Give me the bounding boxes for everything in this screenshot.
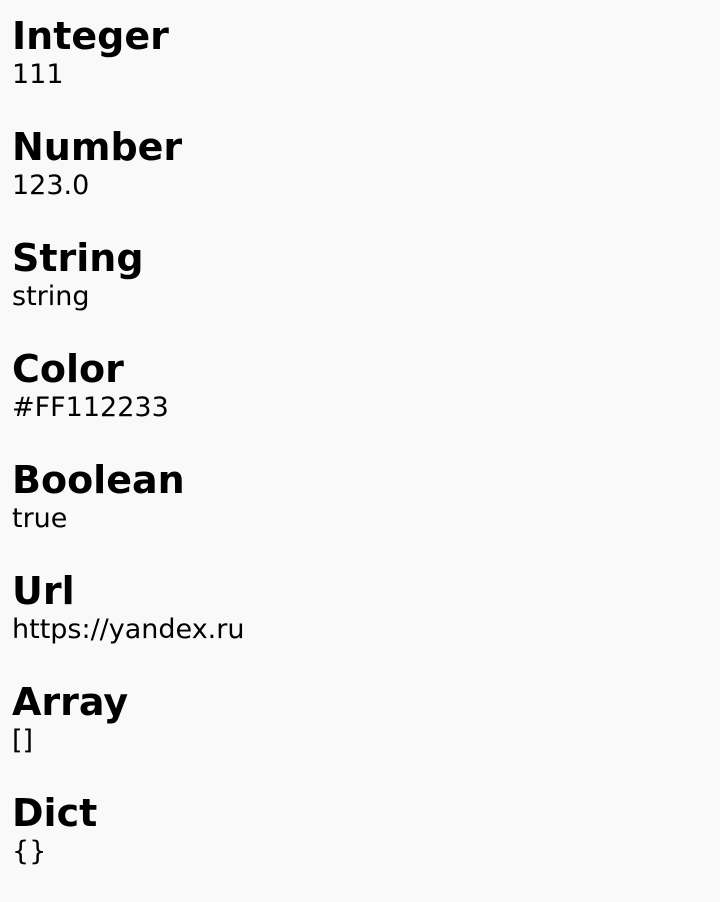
variable-value: [] bbox=[12, 725, 34, 756]
variable-label: Array bbox=[12, 680, 129, 724]
variable-entry-integer: Integer 111 bbox=[12, 14, 720, 125]
variable-entry-array: Array [] bbox=[12, 680, 720, 791]
variable-label: Dict bbox=[12, 791, 98, 835]
variable-label: Url bbox=[12, 569, 75, 613]
variable-value: 111 bbox=[12, 59, 64, 90]
variable-entry-url: Url https://yandex.ru bbox=[12, 569, 720, 680]
variable-value: string bbox=[12, 281, 90, 312]
variable-entry-color: Color #FF112233 bbox=[12, 347, 720, 458]
variable-value: https://yandex.ru bbox=[12, 614, 245, 645]
variable-label: Color bbox=[12, 347, 124, 391]
variable-entry-string: String string bbox=[12, 236, 720, 347]
variable-entry-number: Number 123.0 bbox=[12, 125, 720, 236]
variable-value: true bbox=[12, 503, 68, 534]
variables-list: Integer 111 Number 123.0 String string C… bbox=[0, 0, 720, 902]
variable-label: Integer bbox=[12, 14, 169, 58]
variable-entry-boolean: Boolean true bbox=[12, 458, 720, 569]
variable-value: {} bbox=[12, 836, 47, 867]
variable-label: Number bbox=[12, 125, 183, 169]
variable-value: #FF112233 bbox=[12, 392, 169, 423]
variable-label: Boolean bbox=[12, 458, 185, 502]
variable-label: String bbox=[12, 236, 144, 280]
variable-entry-dict: Dict {} bbox=[12, 791, 720, 902]
variable-value: 123.0 bbox=[12, 170, 90, 201]
